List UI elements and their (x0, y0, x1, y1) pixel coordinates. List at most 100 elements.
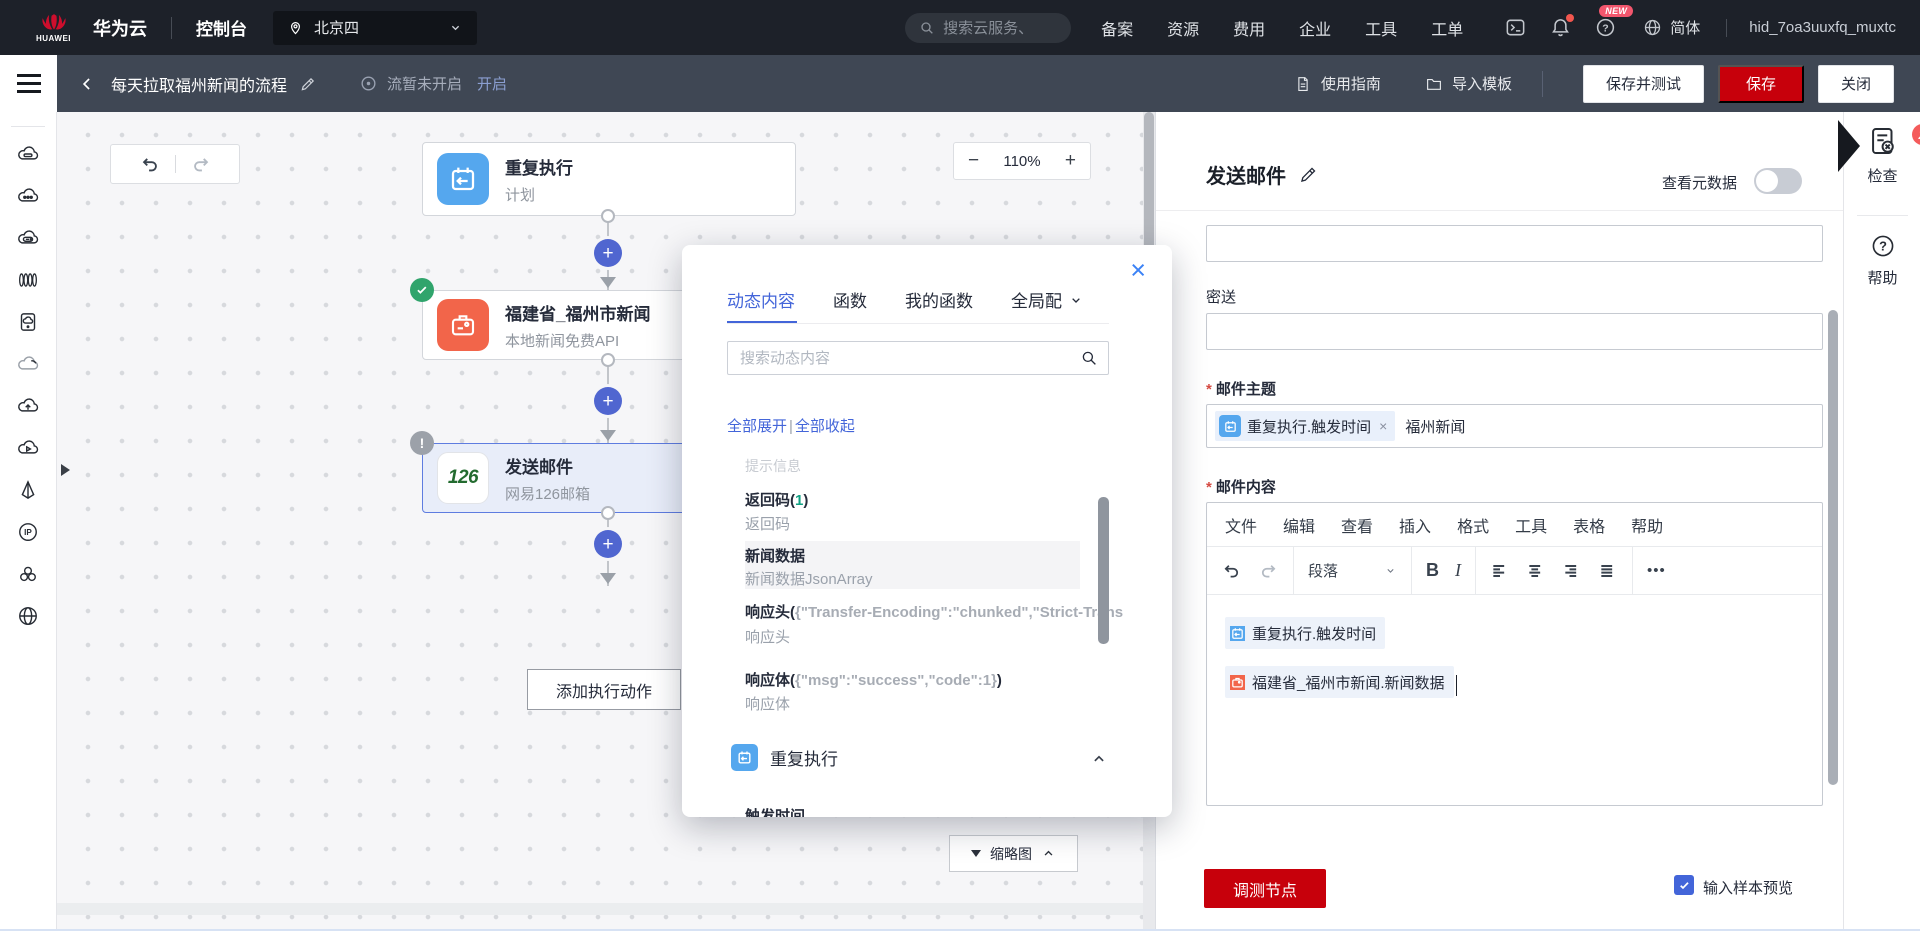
nav-enterprise[interactable]: 企业 (1299, 16, 1331, 40)
canvas-horizontal-scrollbar[interactable] (57, 903, 1143, 915)
nav-tools[interactable]: 工具 (1365, 16, 1397, 40)
subject-field[interactable]: 重复执行.触发时间 × 福州新闻 (1206, 404, 1823, 448)
menu-edit[interactable]: 编辑 (1283, 513, 1315, 537)
help-panel-button[interactable]: ? 帮助 (1844, 232, 1920, 288)
menu-file[interactable]: 文件 (1225, 513, 1257, 537)
minimap-toggle[interactable]: 缩略图 (949, 835, 1078, 872)
sample-preview-checkbox[interactable] (1674, 875, 1694, 895)
content-dynamic-tag[interactable]: 福建省_福州市新闻.新闻数据 (1225, 666, 1454, 698)
save-and-test-button[interactable]: 保存并测试 (1582, 64, 1704, 103)
node-repeat-trigger[interactable]: 重复执行 计划 (422, 142, 796, 216)
sidebar-waves-icon[interactable] (8, 259, 48, 301)
sidebar-cluster-icon[interactable] (8, 553, 48, 595)
tab-functions[interactable]: 函数 (833, 287, 867, 312)
search-icon[interactable] (1080, 349, 1098, 367)
align-left-button[interactable] (1490, 561, 1510, 581)
content-dynamic-tag[interactable]: 重复执行.触发时间 (1225, 617, 1386, 649)
import-template-link[interactable]: 导入模板 (1425, 73, 1512, 94)
remove-tag-button[interactable]: × (1379, 418, 1387, 434)
nav-billing[interactable]: 费用 (1233, 16, 1265, 40)
sidebar-cloud-media-icon[interactable] (8, 427, 48, 469)
save-button[interactable]: 保存 (1717, 64, 1804, 103)
collapse-section-button[interactable] (1090, 750, 1108, 768)
sidebar-storage-icon[interactable] (8, 301, 48, 343)
modal-close-button[interactable]: × (1130, 257, 1146, 284)
menu-tools[interactable]: 工具 (1515, 513, 1547, 537)
notifications-bell-icon[interactable] (1549, 14, 1575, 39)
menu-view[interactable]: 查看 (1341, 513, 1373, 537)
sidebar-globe-icon[interactable] (8, 595, 48, 637)
debug-node-button[interactable]: 调测节点 (1204, 869, 1326, 908)
section-repeat-execution[interactable]: 重复执行 (731, 744, 838, 771)
menu-help[interactable]: 帮助 (1631, 513, 1663, 537)
editor-content[interactable]: 重复执行.触发时间 福建省_福州市新闻.新闻数据 (1207, 595, 1822, 720)
tab-dynamic-content[interactable]: 动态内容 (727, 287, 795, 312)
align-right-button[interactable] (1562, 561, 1582, 581)
tab-my-functions[interactable]: 我的函数 (905, 287, 973, 312)
sidebar-ecs-icon[interactable] (8, 133, 48, 175)
redo-button[interactable] (190, 153, 212, 175)
align-justify-button[interactable] (1598, 561, 1618, 581)
editor-redo-button[interactable] (1258, 560, 1279, 581)
paragraph-style-dropdown[interactable]: 段落 (1308, 560, 1397, 581)
connector-port[interactable] (601, 506, 615, 520)
align-center-button[interactable] (1526, 561, 1546, 581)
sidebar-cloud-dots-icon[interactable] (8, 175, 48, 217)
connector-port[interactable] (601, 353, 615, 367)
connector-port[interactable] (601, 209, 615, 223)
bold-button[interactable]: B (1426, 560, 1439, 581)
cli-terminal-icon[interactable] (1504, 16, 1527, 39)
sidebar-ip-icon[interactable]: IP (8, 511, 48, 553)
main-menu-button[interactable] (0, 55, 57, 112)
list-item-news-data[interactable]: 新闻数据 (745, 545, 805, 566)
list-item-response-body[interactable]: 响应体({"msg":"success","code":1}) (745, 669, 1002, 690)
expand-all-link[interactable]: 全部展开 (727, 418, 787, 435)
enable-flow-link[interactable]: 开启 (477, 73, 507, 94)
modal-search-input[interactable] (740, 349, 1080, 367)
help-question-icon[interactable]: ? NEW (1594, 5, 1634, 39)
brand-huaweicloud[interactable]: 华为云 (93, 15, 147, 41)
account-name[interactable]: hid_7oa3uuxfq_muxtc (1749, 19, 1896, 36)
zoom-in-button[interactable]: + (1065, 150, 1076, 172)
modal-scrollbar-thumb[interactable] (1098, 497, 1109, 644)
list-item-return-code[interactable]: 返回码(1) (745, 489, 808, 510)
insert-step-button[interactable]: + (594, 530, 622, 558)
add-action-button[interactable]: 添加执行动作 (527, 669, 681, 710)
console-link[interactable]: 控制台 (196, 15, 247, 40)
undo-button[interactable] (139, 153, 161, 175)
list-item-response-headers[interactable]: 响应头({"Transfer-Encoding":"chunked","Stri… (745, 601, 1123, 622)
edit-title-button[interactable] (299, 75, 317, 93)
tab-global-config[interactable]: 全局配 (1011, 287, 1084, 312)
menu-format[interactable]: 格式 (1457, 513, 1489, 537)
sidebar-cloud-icon[interactable] (8, 343, 48, 385)
sidebar-expand-handle[interactable] (61, 464, 70, 476)
nav-resources[interactable]: 资源 (1167, 16, 1199, 40)
italic-button[interactable]: I (1455, 560, 1461, 581)
global-search[interactable]: 搜索云服务、 (905, 12, 1072, 43)
bcc-field[interactable] (1206, 313, 1823, 350)
nav-tickets[interactable]: 工单 (1431, 16, 1463, 40)
menu-insert[interactable]: 插入 (1399, 513, 1431, 537)
close-button[interactable]: 关闭 (1817, 64, 1894, 103)
menu-table[interactable]: 表格 (1573, 513, 1605, 537)
collapse-all-link[interactable]: 全部收起 (795, 418, 855, 435)
insert-step-button[interactable]: + (594, 387, 622, 415)
user-guide-link[interactable]: 使用指南 (1294, 73, 1381, 94)
clipped-list-item[interactable]: 触发时间 (745, 805, 805, 817)
zoom-out-button[interactable]: − (968, 150, 979, 172)
sidebar-cloud-server-icon[interactable] (8, 217, 48, 259)
region-selector[interactable]: 北京四 (273, 10, 477, 45)
modal-search-box[interactable] (727, 341, 1109, 375)
insert-step-button[interactable]: + (594, 239, 622, 267)
huawei-logo[interactable]: HUAWEI (36, 13, 71, 43)
language-switcher[interactable]: 简体 (1642, 17, 1700, 38)
view-metadata-toggle[interactable] (1754, 168, 1802, 194)
nav-beian[interactable]: 备案 (1101, 16, 1133, 40)
sidebar-cloud-upload-icon[interactable] (8, 385, 48, 427)
back-button[interactable] (77, 74, 97, 94)
more-tools-button[interactable]: ••• (1647, 562, 1666, 579)
panel-scrollbar-thumb[interactable] (1828, 310, 1838, 785)
cc-field[interactable] (1206, 225, 1823, 262)
sidebar-prism-icon[interactable] (8, 469, 48, 511)
check-panel-button[interactable]: 2 检查 (1844, 124, 1920, 186)
